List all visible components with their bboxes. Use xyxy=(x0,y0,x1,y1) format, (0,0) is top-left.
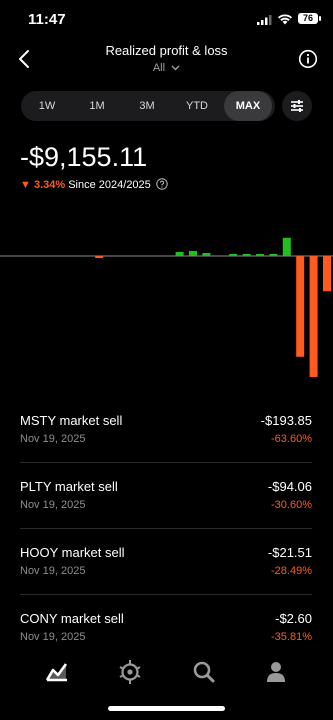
chart-bar-gain[interactable] xyxy=(202,252,211,256)
chart-bar-gain[interactable] xyxy=(189,250,197,256)
chevron-down-icon xyxy=(171,65,180,71)
range-tab-1m[interactable]: 1M xyxy=(77,91,117,121)
chart-bar-gain[interactable] xyxy=(256,253,264,256)
transaction-row[interactable]: PLTY market sell Nov 19, 2025 -$94.06 -3… xyxy=(20,463,312,529)
time-range-selector: 1W 1M 3M YTD MAX xyxy=(21,91,275,121)
account-filter-dropdown[interactable]: All xyxy=(0,62,333,74)
transaction-amount: -$94.06 xyxy=(267,479,312,494)
chart-bar-loss[interactable] xyxy=(296,256,305,357)
transaction-date: Nov 19, 2025 xyxy=(20,499,86,511)
chart-bar-gain[interactable] xyxy=(175,251,184,256)
pl-bar-chart xyxy=(0,237,333,377)
transaction-date: Nov 19, 2025 xyxy=(20,631,86,643)
transaction-name: HOOY market sell xyxy=(20,545,125,560)
chart-bar-gain[interactable] xyxy=(229,253,238,256)
range-tab-3m[interactable]: 3M xyxy=(127,91,167,121)
transaction-amount: -$21.51 xyxy=(267,545,312,560)
since-label: Since 2024/2025 xyxy=(68,179,151,191)
status-bar: 11:47 76 xyxy=(0,0,333,40)
bottom-tab-bar xyxy=(0,650,333,694)
home-indicator xyxy=(108,706,225,711)
chart-bar-loss[interactable] xyxy=(95,256,104,259)
change-percent: 3.34% xyxy=(33,179,66,191)
status-time: 11:47 xyxy=(28,11,66,28)
transaction-row[interactable]: MSTY market sell Nov 19, 2025 -$193.85 -… xyxy=(20,397,312,463)
chart-bar-loss[interactable] xyxy=(323,256,331,292)
page-title: Realized profit & loss xyxy=(105,43,228,58)
transaction-percent: -63.60% xyxy=(271,433,312,445)
down-triangle-icon: ▼ xyxy=(20,179,31,191)
transaction-row[interactable]: HOOY market sell Nov 19, 2025 -$21.51 -2… xyxy=(20,529,312,595)
transaction-date: Nov 19, 2025 xyxy=(20,433,86,445)
help-icon[interactable] xyxy=(156,178,168,190)
transaction-name: PLTY market sell xyxy=(20,479,118,494)
transaction-amount: -$193.85 xyxy=(260,413,312,428)
sliders-icon xyxy=(291,100,303,112)
wifi-icon xyxy=(278,14,292,25)
search-icon[interactable] xyxy=(190,658,218,686)
transaction-date: Nov 19, 2025 xyxy=(20,565,86,577)
pl-change-row: ▼ 3.34% Since 2024/2025 xyxy=(20,178,168,191)
info-icon[interactable] xyxy=(298,49,318,69)
chart-bar-gain[interactable] xyxy=(242,253,251,256)
chart-bar-gain[interactable] xyxy=(269,253,278,256)
chart-bar-loss[interactable] xyxy=(309,256,318,377)
battery-icon: 76 xyxy=(298,13,321,24)
transaction-percent: -30.60% xyxy=(271,499,312,511)
chart-icon[interactable] xyxy=(43,658,71,686)
crypto-icon[interactable] xyxy=(116,658,144,686)
filter-button[interactable] xyxy=(282,91,312,121)
signal-icon xyxy=(257,15,272,25)
realized-pl-amount: -$9,155.11 xyxy=(20,142,148,172)
range-tab-1w[interactable]: 1W xyxy=(27,91,67,121)
transaction-name: CONY market sell xyxy=(20,611,124,626)
transaction-percent: -28.49% xyxy=(271,565,312,577)
transactions-list: MSTY market sell Nov 19, 2025 -$193.85 -… xyxy=(20,397,312,660)
transaction-amount: -$2.60 xyxy=(275,611,312,626)
nav-header: Realized profit & loss All xyxy=(0,40,333,82)
transaction-percent: -35.81% xyxy=(271,631,312,643)
transaction-name: MSTY market sell xyxy=(20,413,123,428)
range-tab-max[interactable]: MAX xyxy=(224,91,272,121)
account-filter-label: All xyxy=(152,62,166,74)
range-tab-ytd[interactable]: YTD xyxy=(177,91,217,121)
account-icon[interactable] xyxy=(262,658,290,686)
chart-bar-gain[interactable] xyxy=(282,237,291,256)
